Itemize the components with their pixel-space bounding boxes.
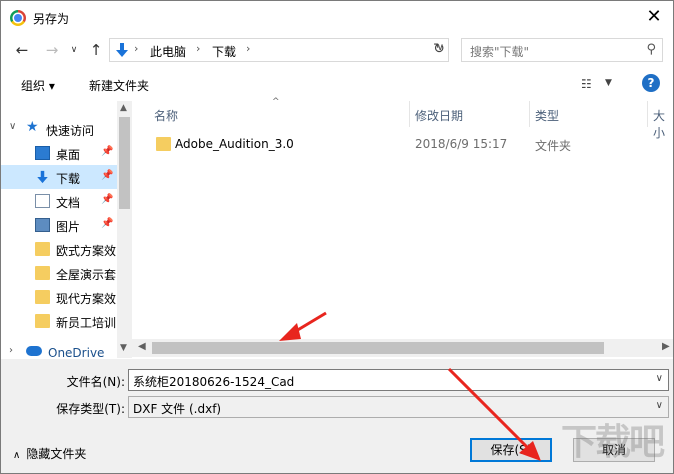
breadcrumb-downloads[interactable]: 下载 (212, 43, 236, 60)
scroll-right-icon[interactable]: ▶ (662, 341, 670, 352)
filetype-value: DXF 文件 (.dxf) (133, 402, 222, 416)
nav-pane-scrollbar[interactable]: ▲ ▼ (117, 101, 132, 358)
view-dropdown-icon[interactable]: ▼ (605, 78, 612, 88)
folder-icon (35, 266, 50, 280)
recent-locations-button[interactable]: ∨ (63, 40, 85, 60)
document-icon (35, 194, 50, 208)
column-header-name[interactable]: 名称 (154, 107, 178, 124)
sidebar-item-label: 新员工培训 (56, 316, 117, 330)
chevron-right-icon: › (134, 42, 139, 55)
scrollbar-thumb[interactable] (152, 342, 604, 354)
window-title: 另存为 (33, 12, 70, 26)
sidebar-item-label: 图片 (56, 220, 81, 234)
chevron-down-icon[interactable]: ∨ (656, 373, 663, 384)
save-button[interactable]: 保存(S) (470, 438, 552, 462)
hide-folders-toggle[interactable]: ∧ 隐藏文件夹 (13, 445, 86, 462)
column-header-date[interactable]: 修改日期 (415, 107, 463, 124)
sidebar-item-label: 全屋演示套 (56, 268, 117, 282)
title-bar: 另存为 ✕ (1, 1, 673, 34)
sidebar-item-desktop[interactable]: 桌面 📌 (1, 141, 117, 165)
up-button[interactable]: ↑ (85, 40, 107, 60)
scroll-left-icon[interactable]: ◀ (138, 341, 146, 352)
scroll-up-icon[interactable]: ▲ (120, 103, 127, 113)
pin-icon: 📌 (101, 194, 114, 205)
desktop-icon (35, 146, 50, 160)
chevron-right-icon: › (246, 42, 251, 55)
picture-icon (35, 218, 50, 232)
breadcrumb-this-pc[interactable]: 此电脑 (150, 43, 186, 60)
file-list: ^ 名称 修改日期 类型 大小 Adobe_Audition_3.0 2018/… (132, 97, 673, 358)
column-header-size[interactable]: 大小 (653, 107, 673, 141)
chevron-up-icon: ∧ (13, 450, 21, 461)
download-icon (37, 170, 48, 184)
filename-value: 系统柜20180626-1524_Cad (133, 375, 295, 389)
pin-icon: 📌 (101, 218, 114, 229)
column-divider[interactable] (529, 101, 530, 127)
forward-button[interactable]: → (41, 40, 63, 60)
sort-ascending-icon: ^ (272, 97, 280, 107)
back-button[interactable]: ← (11, 40, 33, 60)
sidebar-item-label: 桌面 (56, 148, 81, 162)
scroll-down-icon[interactable]: ▼ (120, 343, 127, 353)
column-divider[interactable] (409, 101, 410, 127)
sidebar-item-label: 下载 (56, 172, 81, 186)
sidebar-item-folder[interactable]: 新员工培训 (1, 309, 117, 333)
file-name: Adobe_Audition_3.0 (175, 137, 294, 151)
help-button[interactable]: ? (642, 74, 660, 92)
chevron-right-icon: › (9, 345, 13, 356)
chrome-icon (10, 10, 26, 26)
sidebar-item-downloads[interactable]: 下载 📌 (1, 165, 117, 189)
sidebar-item-folder[interactable]: 现代方案效 (1, 285, 117, 309)
sidebar-item-documents[interactable]: 文档 📌 (1, 189, 117, 213)
hide-folders-label: 隐藏文件夹 (26, 447, 87, 461)
sidebar-item-pictures[interactable]: 图片 📌 (1, 213, 117, 237)
pin-icon: 📌 (101, 170, 114, 181)
navigation-pane: ∨ ★ 快速访问 桌面 📌 下载 📌 文档 📌 图片 📌 欧式方案效 全屋演示套… (1, 101, 132, 358)
file-list-hscrollbar[interactable]: ◀ ▶ (132, 339, 673, 357)
close-button[interactable]: ✕ (641, 5, 667, 29)
sidebar-item-label: 欧式方案效 (56, 244, 117, 258)
toolbar: 组织 ▾ 新建文件夹 (1, 71, 673, 99)
search-placeholder: 搜索"下载" (470, 45, 530, 59)
cloud-icon (26, 346, 42, 356)
sidebar-item-folder[interactable]: 全屋演示套 (1, 261, 117, 285)
view-options-icon[interactable]: ☷ (581, 77, 592, 91)
column-divider[interactable] (647, 101, 648, 127)
column-header-type[interactable]: 类型 (535, 107, 559, 124)
chevron-down-icon[interactable]: ∨ (656, 400, 663, 411)
scrollbar-thumb[interactable] (119, 117, 130, 209)
search-icon: ⚲ (646, 42, 656, 57)
sidebar-item-onedrive[interactable]: › OneDrive (1, 341, 117, 358)
chevron-down-icon: ∨ (9, 121, 17, 132)
address-bar[interactable]: › 此电脑 › 下载 › ∨ (109, 38, 449, 62)
filename-field[interactable]: 系统柜20180626-1524_Cad ∨ (128, 369, 669, 391)
refresh-button[interactable]: ↻ (429, 38, 449, 62)
sidebar-item-label: 文档 (56, 196, 81, 210)
folder-icon (35, 314, 50, 328)
save-as-dialog: 另存为 ✕ ← → ∨ ↑ › 此电脑 › 下载 › ∨ ↻ 搜索"下载" ⚲ … (0, 0, 674, 474)
filename-label: 文件名(N): (66, 375, 125, 389)
pin-icon: 📌 (101, 146, 114, 157)
file-date: 2018/6/9 15:17 (415, 137, 508, 151)
folder-icon (35, 242, 50, 256)
watermark-logo: 下载吧 (561, 422, 665, 463)
file-type: 文件夹 (535, 139, 572, 153)
sidebar-item-quick-access[interactable]: ∨ ★ 快速访问 (1, 117, 117, 141)
sidebar-item-folder[interactable]: 欧式方案效 (1, 237, 117, 261)
sidebar-item-label: 现代方案效 (56, 292, 117, 306)
filetype-label: 保存类型(T): (56, 402, 125, 416)
sidebar-item-label: 快速访问 (46, 124, 95, 138)
new-folder-button[interactable]: 新建文件夹 (89, 77, 149, 94)
download-arrow-icon (116, 43, 128, 57)
chevron-right-icon: › (196, 42, 201, 55)
organize-button[interactable]: 组织 ▾ (21, 77, 55, 94)
folder-icon (35, 290, 50, 304)
sidebar-item-label: OneDrive (48, 346, 105, 358)
folder-icon (156, 137, 171, 151)
star-icon: ★ (26, 119, 39, 135)
search-input[interactable]: 搜索"下载" ⚲ (461, 38, 663, 62)
